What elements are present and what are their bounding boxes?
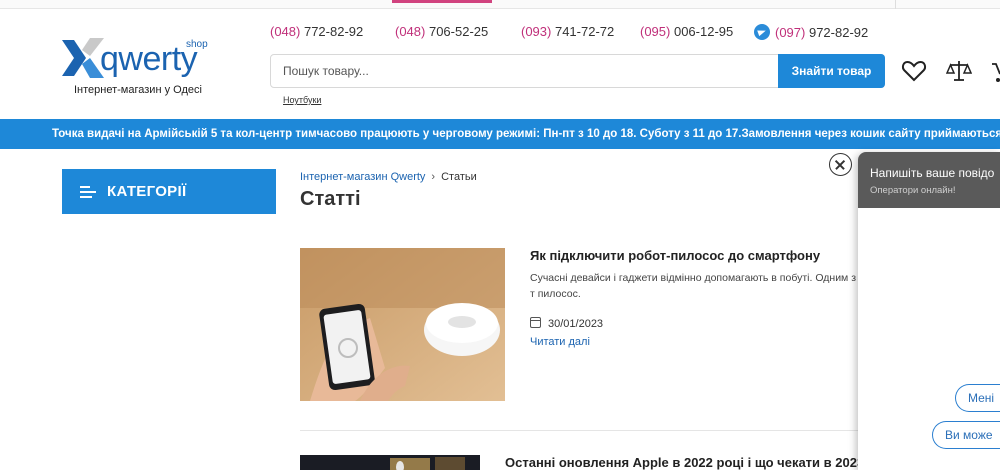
chat-close-icon[interactable] — [829, 153, 852, 176]
phone-list: (048) 772-82-92 (048) 706-52-25 (093) 74… — [270, 24, 870, 42]
chat-widget: Напишіть ваше повідо Оператори онлайн! М… — [858, 152, 1000, 470]
article-excerpt-1: Сучасні девайси і гаджети відмінно допом… — [530, 272, 857, 300]
phone-link-2[interactable]: (048) 706-52-25 — [395, 24, 488, 39]
search-hint-link[interactable]: Ноутбуки — [283, 95, 321, 105]
search-input[interactable] — [271, 55, 779, 87]
article-title-1[interactable]: Як підключити робот-пилосос до смартфону — [530, 248, 820, 263]
cart-icon[interactable] — [992, 60, 1000, 84]
phone-link-1[interactable]: (048) 772-82-92 — [270, 24, 363, 39]
top-accent-mark — [392, 0, 492, 3]
read-more-link-1[interactable]: Читати далі — [530, 336, 590, 348]
top-strip — [0, 0, 1000, 9]
logo-wordmark: qwerty — [100, 40, 198, 78]
announcement-banner: Точка видачі на Армійській 5 та кол-цент… — [0, 119, 1000, 149]
chat-title: Напишіть ваше повідо — [870, 166, 995, 180]
article-image-apple[interactable] — [300, 455, 480, 470]
breadcrumb-separator: › — [431, 171, 436, 183]
phone-link-3[interactable]: (093) 741-72-72 — [521, 24, 614, 39]
breadcrumb-home-link[interactable]: Інтернет-магазин Qwerty — [300, 171, 425, 183]
categories-label: КАТЕГОРІЇ — [107, 183, 187, 200]
logo-tagline: Інтернет-магазин у Одесі — [74, 84, 202, 96]
article-divider — [300, 430, 860, 431]
article-image-robot-vacuum[interactable] — [300, 248, 505, 401]
breadcrumb: Інтернет-магазин Qwerty › Статьи — [300, 171, 477, 183]
phone-link-4[interactable]: (095) 006-12-95 — [640, 24, 733, 39]
page-title: Статті — [300, 188, 361, 210]
article-title-2[interactable]: Останні оновлення Apple в 2022 році і що… — [505, 455, 860, 470]
breadcrumb-current: Статьи — [441, 171, 477, 183]
chat-quick-reply-1[interactable]: Мені — [955, 384, 1000, 412]
chat-status: Оператори онлайн! — [870, 185, 956, 196]
logo-shop-tag: shop — [186, 39, 208, 50]
compare-scales-icon[interactable] — [946, 58, 972, 84]
article-date-1: 30/01/2023 — [530, 317, 603, 330]
search-bar: Знайти товар — [270, 54, 885, 88]
heart-icon[interactable] — [901, 58, 927, 84]
site-logo[interactable]: qwerty shop Інтернет-магазин у Одесі — [60, 36, 210, 96]
telegram-icon — [754, 24, 770, 40]
top-strip-separator — [895, 0, 896, 9]
search-button[interactable]: Знайти товар — [778, 54, 885, 88]
menu-burger-icon — [80, 186, 96, 198]
categories-button[interactable]: КАТЕГОРІЇ — [62, 169, 276, 214]
chat-header[interactable]: Напишіть ваше повідо Оператори онлайн! — [858, 152, 1000, 208]
calendar-icon — [530, 317, 541, 328]
chat-quick-reply-2[interactable]: Ви може — [932, 421, 1000, 449]
phone-link-5[interactable]: (097) 972-82-92 — [754, 24, 868, 40]
